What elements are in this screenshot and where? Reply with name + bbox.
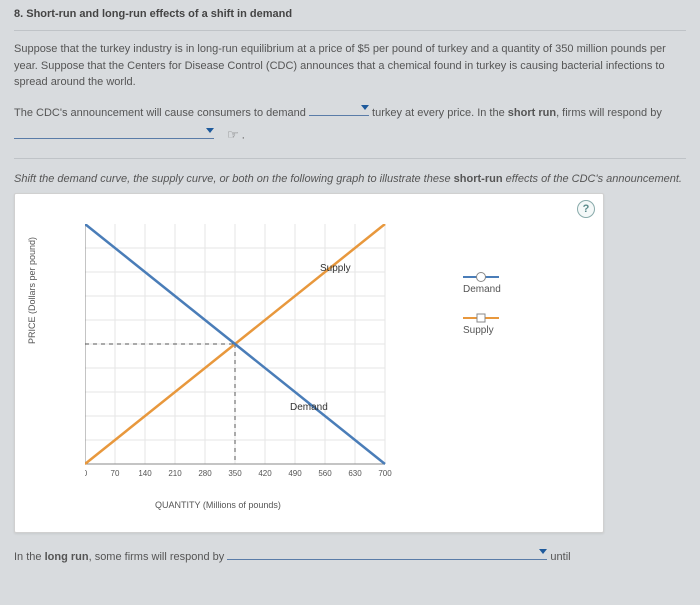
supply-line-label: Supply: [320, 263, 351, 274]
chart-svg[interactable]: Supply Demand 012 345 678 910 070140 210…: [85, 224, 415, 484]
svg-text:350: 350: [228, 469, 242, 478]
supply-swatch-icon: [463, 317, 499, 319]
chart-area[interactable]: Supply Demand 012 345 678 910 070140 210…: [85, 224, 415, 484]
caret-down-icon: [361, 105, 369, 110]
divider-2: [14, 158, 686, 159]
caret-down-icon: [206, 128, 214, 133]
fill-sentence-2: In the long run, some firms will respond…: [14, 547, 686, 568]
demand-swatch-icon: [463, 276, 499, 278]
legend-demand[interactable]: Demand: [463, 276, 583, 295]
y-axis-label: PRICE (Dollars per pound): [27, 237, 37, 344]
dropdown-demand-direction[interactable]: [309, 103, 369, 116]
cursor-icon: ☞: [227, 123, 239, 148]
f-until: until: [550, 551, 570, 563]
svg-text:140: 140: [138, 469, 152, 478]
question-title: 8. Short-run and long-run effects of a s…: [14, 8, 686, 20]
s1-period: .: [242, 130, 245, 142]
f-a: In the: [14, 551, 45, 563]
svg-text:490: 490: [288, 469, 302, 478]
svg-text:280: 280: [198, 469, 212, 478]
legend-supply-label: Supply: [463, 325, 494, 336]
svg-text:560: 560: [318, 469, 332, 478]
svg-text:420: 420: [258, 469, 272, 478]
instr-bold: short-run: [454, 173, 503, 185]
instr-a: Shift the demand curve, the supply curve…: [14, 173, 454, 185]
dropdown-longrun-response[interactable]: [227, 547, 547, 560]
fill-sentence-1: The CDC's announcement will cause consum…: [14, 103, 686, 149]
svg-text:70: 70: [111, 469, 120, 478]
svg-text:630: 630: [348, 469, 362, 478]
x-axis-label: QUANTITY (Millions of pounds): [155, 500, 281, 510]
legend-supply[interactable]: Supply: [463, 317, 583, 336]
s1a: The CDC's announcement will cause consum…: [14, 107, 306, 119]
svg-text:700: 700: [378, 469, 392, 478]
x-ticks: 0 70 140 210 280 350 420 490 560 630 700: [85, 469, 392, 478]
svg-text:0: 0: [85, 469, 88, 478]
scenario-text: Suppose that the turkey industry is in l…: [14, 41, 686, 91]
s1b: turkey at every price. In the: [372, 107, 508, 119]
legend: Demand Supply: [463, 276, 583, 358]
svg-text:210: 210: [168, 469, 182, 478]
f-bold: long run: [45, 551, 89, 563]
divider: [14, 30, 686, 31]
s1c: short run: [508, 107, 556, 119]
f-b: , some firms will respond by: [89, 551, 225, 563]
graph-panel: ? PRICE (Dollars per pound) QUANTITY (Mi…: [14, 193, 604, 533]
instr-tail: effects of the CDC's announcement.: [503, 173, 682, 185]
dropdown-firm-response[interactable]: [14, 126, 214, 139]
s1d: , firms will respond by: [556, 107, 662, 119]
demand-line-label: Demand: [290, 402, 328, 413]
help-button[interactable]: ?: [577, 200, 595, 218]
graph-instruction: Shift the demand curve, the supply curve…: [14, 173, 686, 185]
caret-down-icon: [539, 549, 547, 554]
legend-demand-label: Demand: [463, 284, 501, 295]
